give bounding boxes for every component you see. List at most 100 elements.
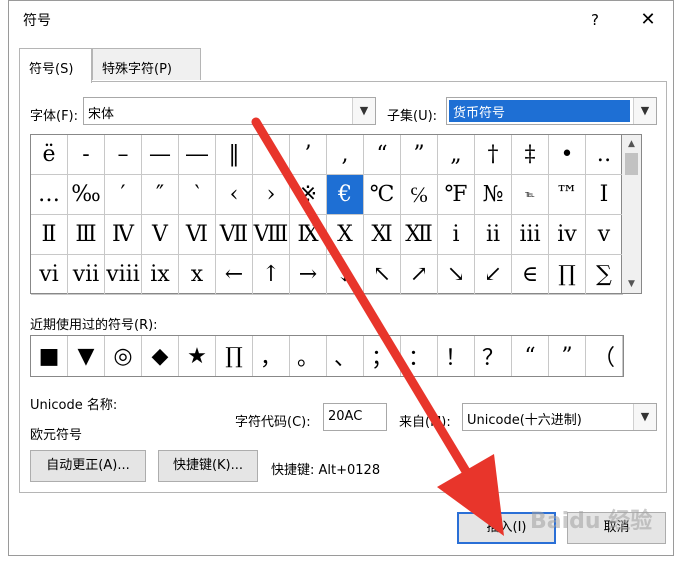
scroll-thumb[interactable] (625, 153, 638, 175)
recent-symbol-cell[interactable]: ” (549, 336, 586, 376)
symbol-cell[interactable]: , (327, 135, 364, 175)
symbol-cell[interactable]: ← (216, 255, 253, 295)
symbol-cell[interactable]: “ (364, 135, 401, 175)
recent-symbol-cell[interactable]: “ (512, 336, 549, 376)
symbol-cell[interactable]: Ⅹ (327, 215, 364, 255)
symbol-cell[interactable]: ↖ (364, 255, 401, 295)
chevron-down-icon[interactable]: ▼ (633, 404, 656, 430)
symbol-cell[interactable]: № (475, 175, 512, 215)
symbol-cell[interactable]: — (142, 135, 179, 175)
char-code-input[interactable]: 20AC (323, 403, 387, 431)
symbol-cell[interactable]: ‖ (216, 135, 253, 175)
symbol-cell[interactable]: ∑ (586, 255, 623, 295)
tab-special-characters[interactable]: 特殊字符(P) (92, 48, 201, 80)
scroll-down-icon[interactable]: ▼ (622, 275, 641, 293)
symbol-cell[interactable]: ↓ (327, 255, 364, 295)
recent-symbol-cell[interactable]: 、 (327, 336, 364, 376)
symbol-cell-selected[interactable]: € (327, 175, 364, 215)
symbol-cell[interactable]: - (68, 135, 105, 175)
recent-symbol-cell[interactable]: ？ (475, 336, 512, 376)
font-select[interactable]: 宋体 ▼ (83, 97, 376, 125)
symbol-cell[interactable]: … (31, 175, 68, 215)
unicode-name-label: Unicode 名称: (30, 398, 118, 413)
symbol-cell[interactable]: • (549, 135, 586, 175)
symbol-cell[interactable]: ℡ (512, 175, 549, 215)
symbol-cell[interactable]: ⅰ (438, 215, 475, 255)
symbol-cell[interactable]: ↑ (253, 255, 290, 295)
symbol-cell[interactable]: ‥ (586, 135, 623, 175)
from-select[interactable]: Unicode(十六进制) ▼ (462, 403, 657, 431)
scroll-up-icon[interactable]: ▲ (622, 135, 641, 153)
chevron-down-icon[interactable]: ▼ (633, 98, 656, 124)
symbol-cell[interactable]: Ⅻ (401, 215, 438, 255)
symbol-cell[interactable]: ― (179, 135, 216, 175)
recent-symbol-cell[interactable]: ◆ (142, 336, 179, 376)
recent-symbol-cell[interactable]: ， (253, 336, 290, 376)
close-button[interactable]: ✕ (635, 8, 661, 32)
symbol-cell[interactable]: ’ (290, 135, 327, 175)
symbol-cell[interactable]: Ⅸ (290, 215, 327, 255)
symbol-cell[interactable]: ↗ (401, 255, 438, 295)
symbol-grid[interactable]: ë - – — ― ‖ ‘’, “” „ † ‡ • ‥ … ‰ ′ ″ ‵ ‹ › ※ € ℃ ℅ ℉ № ℡ ™ Ⅰ Ⅱ Ⅲ Ⅳ Ⅴ Ⅵ Ⅶ Ⅷ Ⅸ… (30, 134, 623, 295)
shortcut-key-button[interactable]: 快捷键(K)... (158, 450, 258, 482)
recent-symbol-cell[interactable]: ★ (179, 336, 216, 376)
symbol-cell[interactable]: ℉ (438, 175, 475, 215)
symbol-grid-scrollbar[interactable]: ▲ ▼ (622, 134, 642, 294)
recent-symbol-cell[interactable]: ！ (438, 336, 475, 376)
symbol-cell[interactable]: ‡ (512, 135, 549, 175)
symbol-cell[interactable]: Ⅺ (364, 215, 401, 255)
symbol-cell[interactable]: › (253, 175, 290, 215)
symbol-cell[interactable]: Ⅵ (179, 215, 216, 255)
symbol-cell[interactable]: ‰ (68, 175, 105, 215)
symbol-cell[interactable]: ⅴ (586, 215, 623, 255)
symbol-cell[interactable]: ⅶ (68, 255, 105, 295)
recent-symbol-cell[interactable]: ∏ (216, 336, 253, 376)
symbol-cell[interactable]: ⅵ (31, 255, 68, 295)
symbol-cell[interactable]: Ⅳ (105, 215, 142, 255)
help-button[interactable]: ? (583, 8, 607, 32)
symbol-cell[interactable]: ” (401, 135, 438, 175)
symbol-cell[interactable]: ⅱ (475, 215, 512, 255)
recent-symbol-cell[interactable]: ■ (31, 336, 68, 376)
symbol-cell[interactable]: Ⅶ (216, 215, 253, 255)
symbol-cell[interactable]: ⅲ (512, 215, 549, 255)
symbol-cell[interactable]: Ⅲ (68, 215, 105, 255)
symbol-cell[interactable]: Ⅴ (142, 215, 179, 255)
symbol-cell[interactable]: ⅷ (105, 255, 142, 295)
symbol-cell[interactable]: ‘ (253, 135, 290, 175)
subset-select[interactable]: 货币符号 ▼ (446, 97, 657, 125)
recent-symbol-cell[interactable]: ▼ (68, 336, 105, 376)
symbol-cell[interactable]: ‹ (216, 175, 253, 215)
recent-symbol-cell[interactable]: ◎ (105, 336, 142, 376)
symbol-cell[interactable]: Ⅰ (586, 175, 623, 215)
recent-symbol-cell[interactable]: ： (401, 336, 438, 376)
symbol-cell[interactable]: ′ (105, 175, 142, 215)
symbol-cell[interactable]: ⅸ (142, 255, 179, 295)
symbol-cell[interactable]: ∏ (549, 255, 586, 295)
recent-symbol-cell[interactable]: ； (364, 336, 401, 376)
recent-symbol-cell[interactable]: 。 (290, 336, 327, 376)
symbol-cell[interactable]: ™ (549, 175, 586, 215)
symbol-cell[interactable]: ℃ (364, 175, 401, 215)
recent-symbols[interactable]: ■ ▼ ◎ ◆ ★ ∏，。、；：！？ “” （ (30, 335, 624, 377)
symbol-cell[interactable]: ⅳ (549, 215, 586, 255)
symbol-cell[interactable]: – (105, 135, 142, 175)
chevron-down-icon[interactable]: ▼ (352, 98, 375, 124)
symbol-cell[interactable]: ‵ (179, 175, 216, 215)
symbol-cell[interactable]: ∈ (512, 255, 549, 295)
symbol-cell[interactable]: ë (31, 135, 68, 175)
autocorrect-button[interactable]: 自动更正(A)... (30, 450, 146, 482)
symbol-cell[interactable]: † (475, 135, 512, 175)
symbol-cell[interactable]: Ⅱ (31, 215, 68, 255)
symbol-cell[interactable]: Ⅷ (253, 215, 290, 255)
symbol-cell[interactable]: ↙ (475, 255, 512, 295)
symbol-cell[interactable]: ↘ (438, 255, 475, 295)
symbol-cell[interactable]: ⅹ (179, 255, 216, 295)
tab-symbols[interactable]: 符号(S) (19, 48, 92, 83)
symbol-cell[interactable]: ℅ (401, 175, 438, 215)
symbol-cell[interactable]: ″ (142, 175, 179, 215)
recent-symbol-cell[interactable]: （ (586, 336, 623, 376)
symbol-cell[interactable]: ※ (290, 175, 327, 215)
symbol-cell[interactable]: „ (438, 135, 475, 175)
symbol-cell[interactable]: → (290, 255, 327, 295)
